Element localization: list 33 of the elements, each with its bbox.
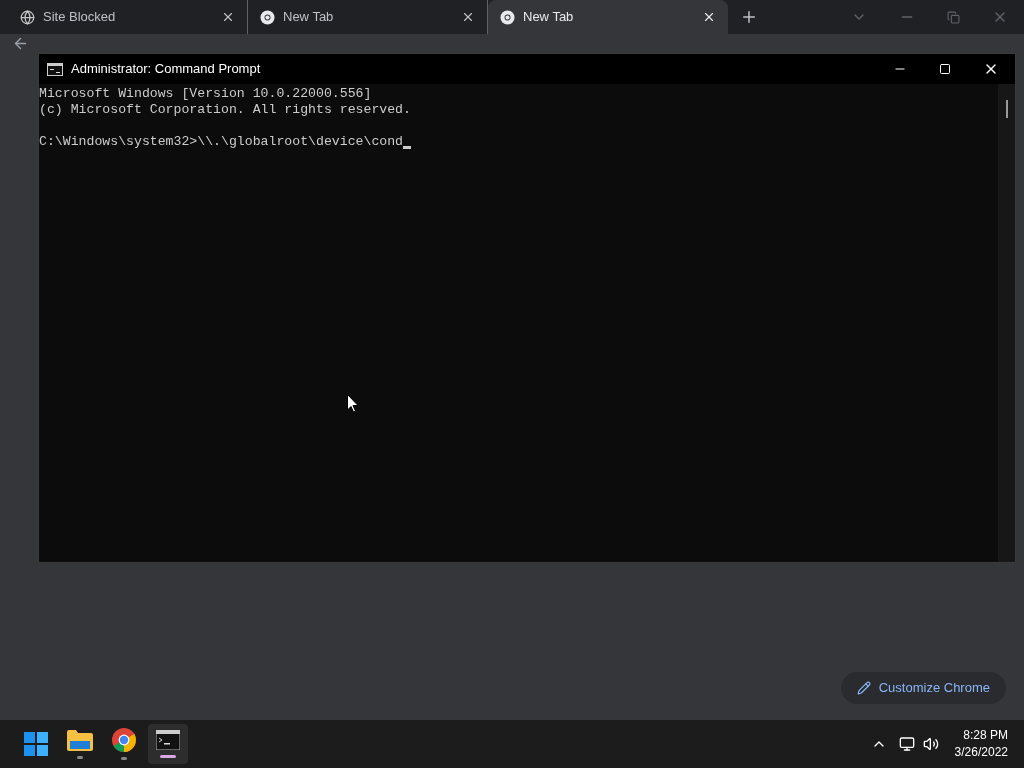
terminal-icon	[156, 730, 180, 750]
restore-icon[interactable]	[947, 10, 960, 24]
close-icon[interactable]	[461, 10, 475, 24]
console-icon	[47, 62, 63, 76]
text-cursor	[403, 146, 412, 149]
window-title: Administrator: Command Prompt	[71, 60, 262, 79]
network-icon[interactable]	[898, 736, 915, 752]
back-icon[interactable]	[12, 35, 29, 52]
chrome-icon	[260, 9, 275, 25]
tab-title: New Tab	[523, 8, 575, 27]
close-icon[interactable]	[221, 10, 235, 24]
volume-icon[interactable]	[922, 736, 939, 752]
maximize-icon[interactable]	[939, 63, 951, 75]
taskbar-app[interactable]	[148, 724, 188, 764]
clock-time: 8:28 PM	[963, 727, 1008, 744]
console-line: C:\Windows\system32>\\.\globalroot\device\cond	[39, 134, 404, 150]
clock[interactable]: 8:28 PM 3/26/2022	[954, 727, 1008, 761]
tab-title: New Tab	[283, 8, 335, 27]
new-tab-icon[interactable]	[740, 8, 758, 26]
browser-tab[interactable]: New Tab	[488, 0, 728, 34]
close-icon[interactable]	[702, 10, 716, 24]
pencil-icon	[856, 681, 871, 695]
chrome-icon	[112, 728, 136, 752]
chrome-icon	[500, 9, 515, 25]
folder-icon	[67, 729, 93, 751]
globe-icon	[20, 9, 35, 25]
tab-title: Site Blocked	[43, 8, 117, 27]
console-line: Microsoft Windows [Version 10.0.22000.556]	[39, 86, 372, 102]
clock-date: 3/26/2022	[954, 744, 1008, 761]
mouse-pointer-icon	[347, 394, 359, 413]
console-line: (c) Microsoft Corporation. All rights reserved.	[39, 102, 411, 118]
customize-chrome-button[interactable]: Customize Chrome	[840, 672, 1006, 704]
windows-logo-icon	[24, 732, 48, 756]
